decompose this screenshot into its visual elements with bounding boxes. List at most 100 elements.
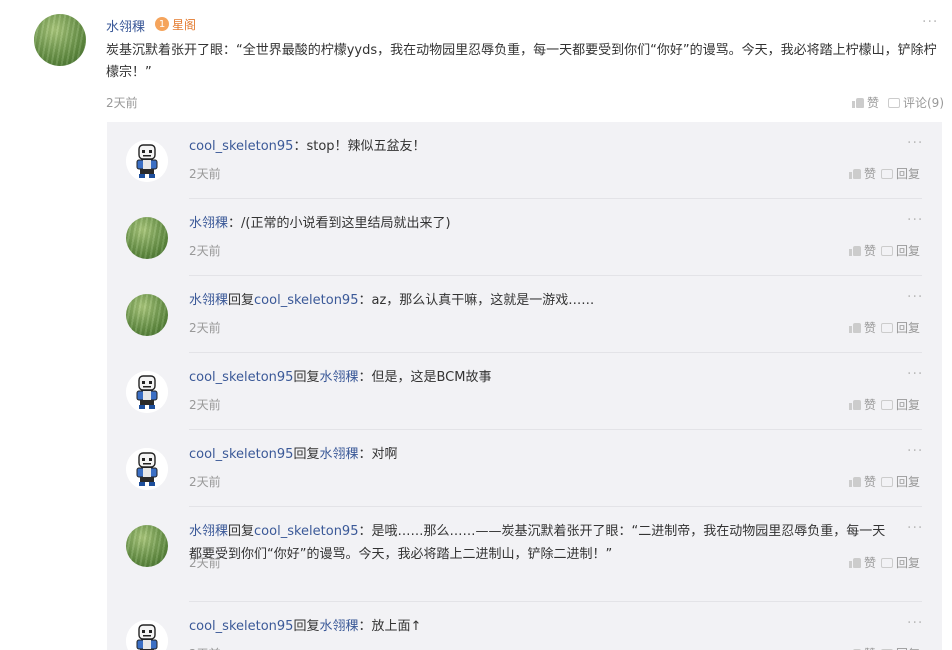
comment-icon [881,168,893,179]
reply-reply-label: 回复 [896,556,921,570]
reply-reply-label: 回复 [896,475,921,489]
reply-like-label: 赞 [864,645,876,650]
reply-reply-label: 回复 [896,398,921,412]
reply-author-name[interactable]: cool_skeleton95 [189,447,293,462]
level-name: 星阁 [172,17,197,32]
post-comment-button[interactable]: 评论(9) [888,94,944,111]
reply-time: 2天前 [189,475,221,489]
reply-like-button[interactable]: 赞 [849,242,876,259]
reply-content: 水翎稞：/(正常的小说看到这里结局就出来了) [189,212,897,235]
reply-content: cool_skeleton95回复水翎稞：但是，这是BCM故事 [189,366,897,389]
reply-like-label: 赞 [864,398,877,412]
reply-reply-button[interactable]: 回复 [881,645,920,650]
reply-more-icon[interactable]: ··· [907,366,923,382]
reply-text: ：对啊 [358,447,398,462]
comment-icon [881,399,893,410]
level-number: 1 [155,17,169,31]
reply-target-name[interactable]: 水翎稞 [319,447,358,462]
reply-word: 回复 [228,524,255,539]
post-like-button[interactable]: 赞 [852,94,879,111]
thumb-up-icon [849,168,861,179]
reply-author-name[interactable]: 水翎稞 [189,293,228,308]
skeleton-avatar[interactable] [126,620,168,650]
comment-icon [881,476,893,487]
reply-time: 2天前 [189,398,221,412]
reply-reply-button[interactable]: 回复 [881,473,920,490]
post-author-name[interactable]: 水翎稞 [106,16,145,35]
reply-more-icon[interactable]: ··· [907,135,923,151]
reply-more-icon[interactable]: ··· [907,520,923,536]
reply-reply-button[interactable]: 回复 [881,242,920,259]
comment-icon [881,557,893,568]
reply-content: 水翎稞回复cool_skeleton95：是哦……那么……——炭基沉默着张开了眼… [189,520,897,566]
reply-like-button[interactable]: 赞 [849,645,876,650]
reply-like-button[interactable]: 赞 [849,319,876,336]
reply-like-label: 赞 [864,556,877,570]
post-comment-label: 评论(9) [903,96,944,110]
comment-icon [881,322,893,333]
reply-text: ：放上面↑ [358,619,422,634]
post-like-label: 赞 [867,96,880,110]
skeleton-avatar[interactable] [126,448,168,490]
replies-panel: cool_skeleton95：stop！辣似五盆友！ 2天前 ··· 赞 回复… [107,122,942,650]
post-content: 炭基沉默着张开了眼：“全世界最酸的柠檬yyds，我在动物园里忍辱负重，每一天都要… [106,43,937,80]
reply-like-button[interactable]: 赞 [849,554,876,571]
reply-author-name[interactable]: cool_skeleton95 [189,619,293,634]
reply-reply-button[interactable]: 回复 [881,319,920,336]
thumb-up-icon [849,245,861,256]
reply-more-icon[interactable]: ··· [907,289,923,305]
comment-icon [881,245,893,256]
grass-avatar[interactable] [126,217,168,259]
reply-target-name[interactable]: cool_skeleton95 [254,524,358,539]
reply-like-button[interactable]: 赞 [849,396,876,413]
reply-like-label: 赞 [864,244,877,258]
post-author-avatar[interactable] [34,14,86,66]
thumb-up-icon [849,557,861,568]
post-more-icon[interactable]: ··· [922,14,938,30]
reply-item: cool_skeleton95回复水翎稞：放上面↑ 2天前 ··· 赞 回复 [107,602,942,650]
thumb-up-icon [852,97,864,108]
reply-time: 2天前 [189,167,221,181]
reply-more-icon[interactable]: ··· [907,212,923,228]
reply-like-button[interactable]: 赞 [849,473,876,490]
reply-like-button[interactable]: 赞 [849,165,876,182]
skeleton-avatar[interactable] [126,140,168,182]
reply-more-icon[interactable]: ··· [907,443,923,459]
reply-author-name[interactable]: cool_skeleton95 [189,139,293,154]
comment-icon [888,97,900,108]
reply-content: cool_skeleton95回复水翎稞：对啊 [189,443,897,466]
reply-reply-button[interactable]: 回复 [881,165,920,182]
reply-item: 水翎稞回复cool_skeleton95：az，那么认真干嘛，这就是一游戏…… … [107,276,942,353]
reply-author-name[interactable]: cool_skeleton95 [189,370,293,385]
reply-word: 回复 [228,293,255,308]
reply-like-label: 赞 [864,321,877,335]
thumb-up-icon [849,476,861,487]
reply-target-name[interactable]: 水翎稞 [319,619,358,634]
grass-avatar[interactable] [126,294,168,336]
level-badge: 1 星阁 [155,16,196,32]
grass-avatar[interactable] [126,525,168,567]
reply-text: ：但是，这是BCM故事 [358,370,492,385]
reply-reply-button[interactable]: 回复 [881,396,920,413]
reply-content: 水翎稞回复cool_skeleton95：az，那么认真干嘛，这就是一游戏…… [189,289,897,312]
reply-target-name[interactable]: 水翎稞 [319,370,358,385]
reply-reply-label: 回复 [896,645,920,650]
reply-author-name[interactable]: 水翎稞 [189,216,228,231]
reply-reply-label: 回复 [896,244,921,258]
reply-word: 回复 [293,619,320,634]
reply-like-label: 赞 [864,167,877,181]
reply-content: cool_skeleton95回复水翎稞：放上面↑ [189,615,897,638]
reply-reply-label: 回复 [896,321,921,335]
reply-more-icon[interactable]: ··· [907,615,923,631]
reply-author-name[interactable]: 水翎稞 [189,524,228,539]
reply-target-name[interactable]: cool_skeleton95 [254,293,358,308]
reply-time: 2天前 [189,244,221,258]
reply-item: 水翎稞：/(正常的小说看到这里结局就出来了) 2天前 ··· 赞 回复 [107,199,942,276]
reply-item: 水翎稞回复cool_skeleton95：是哦……那么……——炭基沉默着张开了眼… [107,507,942,602]
reply-text: ：az，那么认真干嘛，这就是一游戏…… [358,293,595,308]
skeleton-avatar[interactable] [126,371,168,413]
reply-like-label: 赞 [864,475,877,489]
post-time: 2天前 [106,96,138,110]
reply-reply-button[interactable]: 回复 [881,554,920,571]
reply-time: 2天前 [189,321,221,335]
